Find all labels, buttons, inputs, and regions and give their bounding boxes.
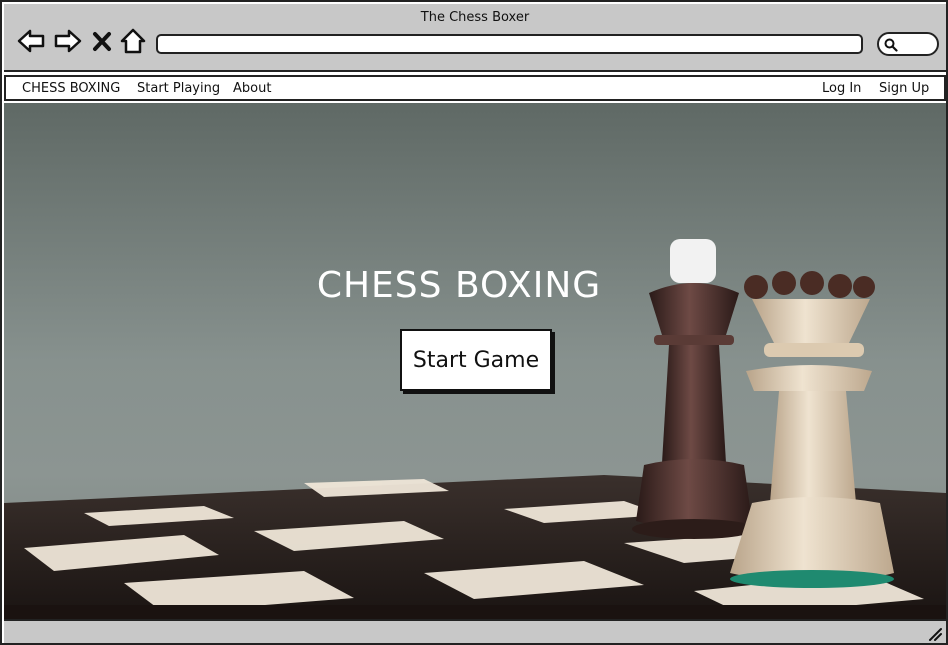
window-title: The Chess Boxer [420, 10, 530, 25]
start-game-button[interactable]: Start Game [400, 329, 552, 391]
hero-section: CHESS BOXING Start Game [4, 103, 946, 619]
brand-link[interactable]: CHESS BOXING [22, 81, 120, 96]
login-link[interactable]: Log In [822, 81, 861, 96]
forward-arrow-icon[interactable] [53, 26, 83, 56]
signup-link[interactable]: Sign Up [879, 81, 929, 96]
browser-search-field[interactable] [877, 32, 939, 56]
browser-window: The Chess Boxer CHESS BOXING Start Playi… [0, 0, 948, 645]
home-icon[interactable] [118, 26, 148, 56]
search-icon [884, 38, 898, 52]
back-arrow-icon[interactable] [16, 26, 46, 56]
site-navbar: CHESS BOXING Start Playing About Log In … [4, 75, 946, 101]
browser-status-bar [4, 619, 946, 643]
resize-grip-icon[interactable] [926, 625, 942, 641]
address-bar[interactable] [156, 34, 863, 54]
close-icon[interactable] [90, 26, 114, 56]
nav-link-start-playing[interactable]: Start Playing [137, 81, 220, 96]
nav-link-about[interactable]: About [233, 81, 271, 96]
hero-title: CHESS BOXING [316, 265, 602, 306]
browser-toolbar: The Chess Boxer [4, 4, 946, 72]
